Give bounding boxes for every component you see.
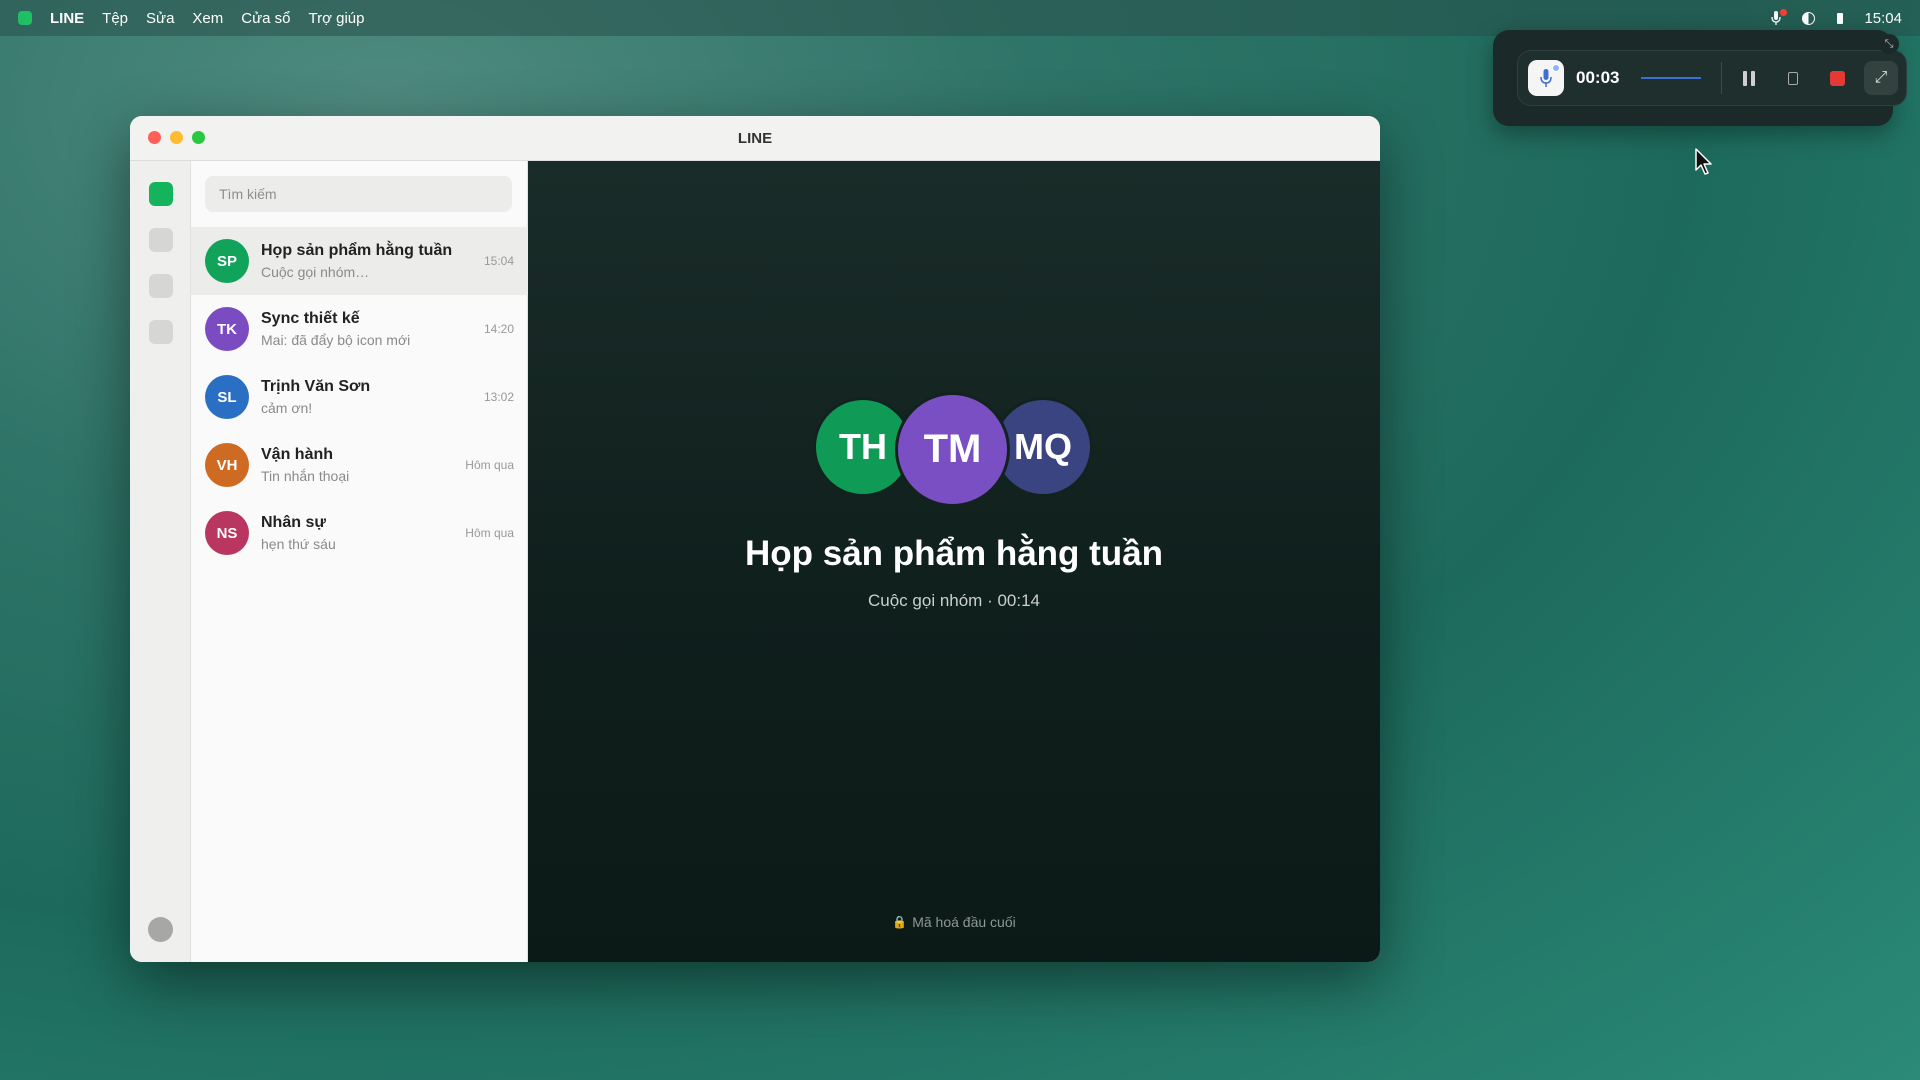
menu-window[interactable]: Cửa sổ: [241, 10, 290, 27]
chat-item[interactable]: SP Họp sản phẩm hằng tuần Cuộc gọi nhóm……: [191, 227, 528, 295]
nav-rail: [130, 161, 191, 962]
menubar-app-name[interactable]: LINE: [50, 10, 84, 27]
line-app-icon[interactable]: [18, 11, 32, 25]
contrast-icon[interactable]: [1800, 10, 1816, 26]
mic-recording-icon[interactable]: [1768, 9, 1788, 26]
encryption-label: Mã hoá đầu cuối: [912, 914, 1016, 930]
rail-chats-icon[interactable]: [149, 182, 173, 206]
chat-avatar: TK: [205, 307, 249, 351]
lock-icon: 🔒: [892, 915, 908, 929]
chat-time: 14:20: [483, 322, 514, 336]
recording-indicator: [1780, 9, 1788, 16]
participant-avatar[interactable]: TM: [895, 392, 1010, 507]
recorder-waveform: [1641, 77, 1701, 79]
recorder-divider: [1721, 62, 1722, 94]
chat-item[interactable]: SL Trịnh Văn Sơn cảm ơn! 13:02: [191, 363, 528, 431]
chat-avatar: SP: [205, 239, 249, 283]
profile-avatar[interactable]: [148, 917, 173, 942]
chat-name: Vận hành: [261, 446, 334, 463]
menu-file[interactable]: Tệp: [102, 10, 128, 27]
bookmark-icon: [1788, 71, 1798, 85]
mouse-cursor-icon: [1695, 148, 1712, 175]
recorder-timer: 00:03: [1576, 68, 1620, 87]
maximize-window-button[interactable]: [192, 131, 205, 144]
stop-button[interactable]: [1820, 61, 1854, 95]
rail-friends-icon[interactable]: [149, 228, 173, 252]
encryption-notice: 🔒 Mã hoá đầu cuối: [528, 914, 1380, 930]
close-window-button[interactable]: [148, 131, 161, 144]
bookmark-button[interactable]: [1776, 61, 1810, 95]
collapse-corner-icon[interactable]: ⤡: [1879, 34, 1899, 54]
battery-icon[interactable]: [1832, 10, 1848, 26]
participant-avatars: TH MQ TM: [813, 392, 1093, 507]
menu-view[interactable]: Xem: [192, 10, 223, 27]
chat-preview: hẹn thứ sáu: [261, 536, 336, 552]
chat-time: Hôm qua: [465, 458, 514, 472]
chat-item[interactable]: VH Vận hành Tin nhắn thoại Hôm qua: [191, 431, 528, 499]
window-title: LINE: [737, 129, 773, 147]
chat-avatar: NS: [205, 511, 249, 555]
expand-button[interactable]: ⤢: [1864, 61, 1898, 95]
call-panel: TH MQ TM Họp sản phẩm hằng tuần Cuộc gọi…: [528, 161, 1380, 962]
voice-recorder-widget: 00:03 ⤢ ⤡: [1493, 30, 1907, 126]
chat-preview: Tin nhắn thoại: [261, 468, 350, 484]
chat-preview: Cuộc gọi nhóm…: [261, 264, 370, 280]
line-window: LINE Tìm kiếm SP Họp sản phẩm hằng tuần …: [130, 116, 1380, 962]
chat-name: Trịnh Văn Sơn: [261, 378, 371, 395]
window-titlebar[interactable]: LINE: [130, 116, 1380, 161]
rail-more-icon[interactable]: [149, 320, 173, 344]
minimize-window-button[interactable]: [170, 131, 183, 144]
search-input[interactable]: Tìm kiếm: [205, 176, 512, 212]
chat-preview: cảm ơn!: [261, 400, 313, 416]
menubar-clock[interactable]: 15:04: [1864, 10, 1902, 27]
chat-avatar: VH: [205, 443, 249, 487]
chat-time: 13:02: [483, 390, 514, 404]
recorder-controls: 00:03 ⤢: [1517, 50, 1907, 106]
pause-icon: [1743, 70, 1755, 86]
chat-list: Tìm kiếm SP Họp sản phẩm hằng tuần Cuộc …: [191, 161, 528, 962]
rail-calls-icon[interactable]: [149, 274, 173, 298]
chat-name: Nhân sự: [261, 514, 326, 531]
chat-avatar: SL: [205, 375, 249, 419]
stop-icon: [1829, 70, 1845, 86]
call-subtitle: Cuộc gọi nhóm · 00:14: [868, 591, 1040, 610]
window-controls: [148, 131, 205, 144]
chat-item[interactable]: NS Nhân sự hẹn thứ sáu Hôm qua: [191, 499, 528, 567]
chat-name: Sync thiết kế: [261, 310, 360, 327]
menu-help[interactable]: Trợ giúp: [309, 10, 365, 27]
menu-edit[interactable]: Sửa: [146, 10, 174, 27]
call-title: Họp sản phẩm hằng tuần: [744, 534, 1164, 573]
chat-preview: Mai: đã đẩy bộ icon mới: [261, 332, 411, 348]
chat-item[interactable]: TK Sync thiết kế Mai: đã đẩy bộ icon mới…: [191, 295, 528, 363]
chat-time: Hôm qua: [465, 526, 514, 540]
pause-button[interactable]: [1732, 61, 1766, 95]
window-body: Tìm kiếm SP Họp sản phẩm hằng tuần Cuộc …: [130, 161, 1380, 962]
chat-name: Họp sản phẩm hằng tuần: [261, 242, 453, 259]
chat-time: 15:04: [483, 254, 514, 268]
expand-icon: ⤢: [1874, 69, 1888, 86]
recorder-mic-icon[interactable]: [1528, 60, 1564, 96]
